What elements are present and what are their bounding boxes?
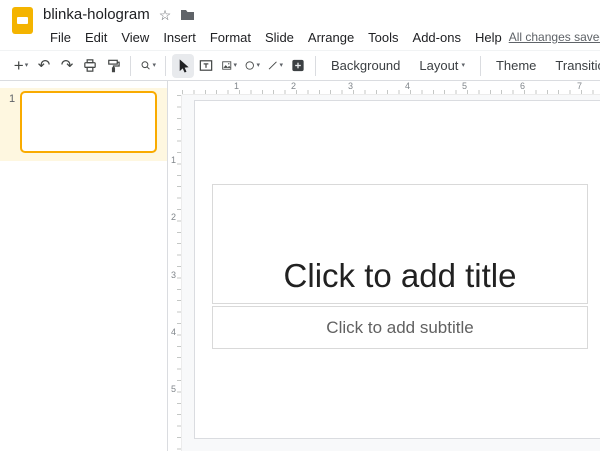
ruler-mark: 7 [577, 81, 582, 91]
redo-icon: ↷ [61, 58, 74, 73]
ruler-mark: 5 [462, 81, 467, 91]
slide-number: 1 [4, 91, 20, 153]
title-placeholder[interactable]: Click to add title [212, 184, 588, 304]
app-header: blinka-hologram ☆ File Edit View Insert … [0, 0, 600, 50]
menu-bar: File Edit View Insert Format Slide Arran… [43, 26, 600, 48]
title-row: blinka-hologram ☆ [43, 0, 600, 26]
print-icon [82, 57, 98, 74]
ruler-mark: 2 [291, 81, 296, 91]
slides-logo[interactable] [12, 7, 33, 34]
horizontal-ruler: 1 2 3 4 5 6 7 [182, 81, 600, 95]
caret-down-icon: ▾ [279, 62, 283, 69]
toolbar-separator [130, 56, 131, 76]
paint-format-icon [105, 57, 121, 74]
saved-status-link[interactable]: All changes saved in Drive [509, 30, 600, 44]
star-icon[interactable]: ☆ [159, 8, 172, 22]
undo-icon: ↶ [38, 58, 51, 73]
ruler-mark: 4 [168, 327, 179, 337]
menu-addons[interactable]: Add-ons [406, 28, 468, 47]
zoom-button[interactable]: ▾ [137, 54, 159, 78]
ruler-mark: 4 [405, 81, 410, 91]
insert-comment-button[interactable] [287, 54, 309, 78]
toolbar-separator [165, 56, 166, 76]
toolbar-separator [315, 56, 316, 76]
ruler-mark: 2 [168, 212, 179, 222]
slide-canvas[interactable]: Click to add title Click to add subtitle [182, 95, 600, 451]
textbox-tool-button[interactable] [195, 54, 217, 78]
slide-thumbnail[interactable] [20, 91, 157, 153]
textbox-icon [198, 57, 214, 74]
ruler-mark: 1 [234, 81, 239, 91]
caret-down-icon: ▾ [461, 62, 465, 69]
menu-insert[interactable]: Insert [156, 28, 203, 47]
background-button[interactable]: Background [322, 54, 409, 78]
menu-tools[interactable]: Tools [361, 28, 405, 47]
slide-filmstrip: 1 [0, 81, 168, 451]
comment-icon [290, 57, 306, 74]
main-content: 1 1 2 3 4 5 6 7 1 2 3 4 5 Click to add t… [0, 81, 600, 451]
transition-button[interactable]: Transition [546, 54, 600, 78]
slide-thumbnail-item[interactable]: 1 [0, 88, 167, 161]
title-placeholder-text: Click to add title [284, 257, 517, 295]
ruler-mark: 1 [168, 155, 179, 165]
menu-edit[interactable]: Edit [78, 28, 114, 47]
subtitle-placeholder-text: Click to add subtitle [326, 318, 473, 338]
caret-down-icon: ▾ [256, 62, 260, 69]
ruler-mark: 3 [348, 81, 353, 91]
document-title[interactable]: blinka-hologram [43, 6, 150, 23]
slide-page[interactable]: Click to add title Click to add subtitle [194, 100, 600, 439]
layout-button[interactable]: Layout ▾ [410, 54, 474, 78]
redo-button[interactable]: ↷ [56, 54, 78, 78]
caret-down-icon: ▾ [25, 62, 29, 69]
menu-help[interactable]: Help [468, 28, 509, 47]
plus-icon: + [14, 57, 24, 74]
toolbar-separator [480, 56, 481, 76]
theme-button[interactable]: Theme [487, 54, 545, 78]
menu-format[interactable]: Format [203, 28, 258, 47]
ruler-corner [168, 81, 182, 95]
caret-down-icon: ▾ [233, 62, 237, 69]
new-slide-button[interactable]: + ▾ [10, 54, 32, 78]
paint-format-button[interactable] [102, 54, 124, 78]
folder-icon[interactable] [180, 9, 195, 21]
undo-button[interactable]: ↶ [33, 54, 55, 78]
menu-file[interactable]: File [43, 28, 78, 47]
zoom-icon [140, 57, 151, 74]
menu-arrange[interactable]: Arrange [301, 28, 361, 47]
ruler-mark: 6 [520, 81, 525, 91]
select-tool-button[interactable] [172, 54, 194, 78]
ruler-mark: 5 [168, 384, 179, 394]
layout-button-label: Layout [419, 58, 458, 73]
insert-line-button[interactable]: ▾ [264, 54, 286, 78]
image-icon [221, 57, 232, 74]
workspace: 1 2 3 4 5 6 7 1 2 3 4 5 Click to add tit… [168, 81, 600, 451]
print-button[interactable] [79, 54, 101, 78]
toolbar: + ▾ ↶ ↷ ▾ ▾ [0, 50, 600, 81]
cursor-icon [175, 57, 191, 74]
menu-view[interactable]: View [114, 28, 156, 47]
insert-image-button[interactable]: ▾ [218, 54, 240, 78]
line-icon [267, 57, 278, 74]
menu-slide[interactable]: Slide [258, 28, 301, 47]
header-right: blinka-hologram ☆ File Edit View Insert … [43, 0, 600, 50]
caret-down-icon: ▾ [152, 62, 156, 69]
insert-shape-button[interactable]: ▾ [241, 54, 263, 78]
vertical-ruler: 1 2 3 4 5 [168, 95, 182, 451]
shape-icon [244, 57, 255, 74]
subtitle-placeholder[interactable]: Click to add subtitle [212, 306, 588, 349]
ruler-mark: 3 [168, 270, 179, 280]
